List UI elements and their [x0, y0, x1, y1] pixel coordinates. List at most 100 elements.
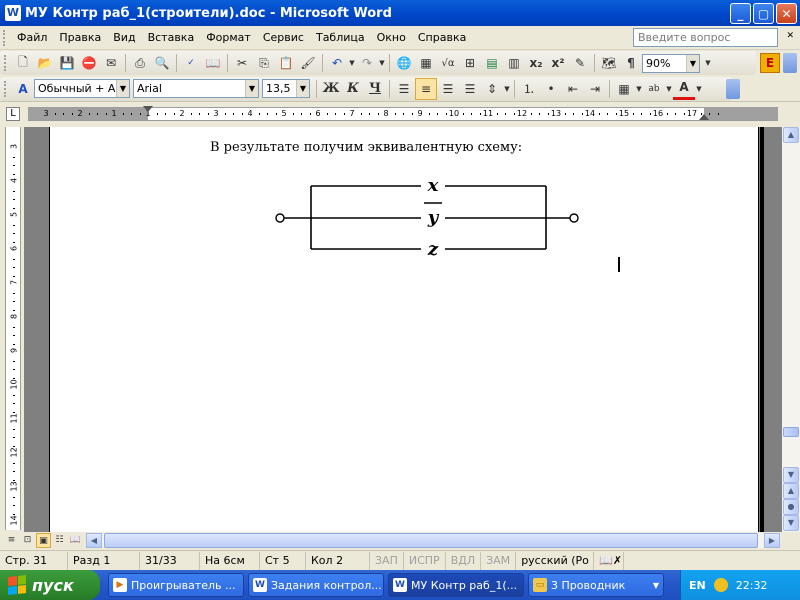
- word-app-icon[interactable]: W: [5, 5, 21, 21]
- print-icon[interactable]: ⎙: [129, 52, 151, 74]
- spelling-icon[interactable]: ✓: [180, 52, 202, 74]
- bullets-icon[interactable]: •: [540, 78, 562, 100]
- menu-tools[interactable]: Сервис: [257, 29, 310, 46]
- reading-view-icon[interactable]: 📖: [68, 533, 83, 548]
- font-size-select[interactable]: 13,5 ▼: [262, 79, 310, 98]
- vertical-scroll-thumb[interactable]: [783, 427, 799, 437]
- menu-help[interactable]: Справка: [412, 29, 472, 46]
- status-extend[interactable]: ВДЛ: [446, 551, 482, 570]
- chevron-down-icon[interactable]: ▼: [296, 80, 309, 97]
- email-icon[interactable]: ✉: [100, 52, 122, 74]
- justify-icon[interactable]: ☰: [459, 78, 481, 100]
- menu-insert[interactable]: Вставка: [142, 29, 201, 46]
- insert-excel-icon[interactable]: ▤: [481, 52, 503, 74]
- outline-view-icon[interactable]: ☷: [52, 533, 67, 548]
- tray-app-icon[interactable]: [713, 578, 728, 592]
- horizontal-ruler[interactable]: 3 2 1 1 2 3 4 5 6 7 8 9 10 11 12 13 14 15 16 17: [28, 106, 778, 121]
- vertical-ruler[interactable]: 3 4 5 6 7 8 9 10 11 12 13 14: [5, 127, 21, 530]
- format-painter-icon[interactable]: 🖌: [297, 52, 319, 74]
- close-button[interactable]: ✕: [776, 3, 797, 24]
- document-paragraph[interactable]: В результате получим эквивалентную схему…: [210, 140, 522, 155]
- status-overtype[interactable]: ЗАМ: [481, 551, 517, 570]
- maximize-button[interactable]: ▢: [753, 3, 774, 24]
- menu-window[interactable]: Окно: [371, 29, 412, 46]
- drawing-icon[interactable]: ✎: [569, 52, 591, 74]
- menu-edit[interactable]: Правка: [53, 29, 107, 46]
- select-browse-object-icon[interactable]: ●: [783, 499, 799, 515]
- task-word-current[interactable]: W МУ Контр раб_1(...: [388, 573, 524, 597]
- highlight-icon[interactable]: ab: [643, 78, 665, 100]
- subscript-icon[interactable]: x₂: [525, 52, 547, 74]
- font-color-icon[interactable]: A: [673, 78, 695, 100]
- status-record[interactable]: ЗАП: [370, 551, 404, 570]
- chevron-down-icon[interactable]: ▼: [245, 80, 258, 97]
- status-language[interactable]: русский (Ро: [516, 551, 595, 570]
- start-button[interactable]: пуск: [0, 570, 100, 600]
- previous-page-icon[interactable]: ▲: [783, 483, 799, 499]
- styles-formatting-icon[interactable]: A: [12, 78, 34, 100]
- minimize-button[interactable]: _: [730, 3, 751, 24]
- paste-icon[interactable]: 📋: [275, 52, 297, 74]
- bold-button[interactable]: Ж: [320, 78, 342, 100]
- new-icon[interactable]: 🗋: [12, 52, 34, 74]
- help-question-input[interactable]: Введите вопрос: [633, 28, 778, 47]
- highlight-dropdown-icon[interactable]: ▼: [665, 78, 673, 100]
- next-page-icon[interactable]: ▼: [783, 515, 799, 531]
- toolbar-overflow-icon[interactable]: [726, 79, 740, 99]
- toolbar-overflow-icon[interactable]: [783, 53, 797, 73]
- clock[interactable]: 22:32: [736, 579, 768, 592]
- chevron-down-icon[interactable]: ▼: [116, 80, 129, 97]
- italic-button[interactable]: К: [342, 78, 364, 100]
- undo-dropdown-icon[interactable]: ▼: [348, 52, 356, 74]
- language-indicator[interactable]: EN: [689, 579, 706, 592]
- underline-button[interactable]: Ч: [364, 78, 386, 100]
- borders-dropdown-icon[interactable]: ▼: [635, 78, 643, 100]
- web-view-icon[interactable]: ⊡: [20, 533, 35, 548]
- normal-view-icon[interactable]: ≡: [4, 533, 19, 548]
- spelling-status-icon[interactable]: 📖✗: [594, 551, 625, 570]
- permission-icon[interactable]: ⛔: [78, 52, 100, 74]
- research-icon[interactable]: 📖: [202, 52, 224, 74]
- align-right-icon[interactable]: ☰: [437, 78, 459, 100]
- decrease-indent-icon[interactable]: ⇤: [562, 78, 584, 100]
- open-icon[interactable]: 📂: [34, 52, 56, 74]
- columns-icon[interactable]: ▥: [503, 52, 525, 74]
- borders-icon[interactable]: ▦: [613, 78, 635, 100]
- scroll-right-icon[interactable]: ▶: [764, 533, 780, 548]
- task-explorer-group[interactable]: ▭ 3 Проводник ▼: [528, 573, 664, 597]
- insert-table-icon[interactable]: ⊞: [459, 52, 481, 74]
- numbering-icon[interactable]: ⒈: [518, 78, 540, 100]
- toolbar-grip[interactable]: [4, 55, 8, 71]
- horizontal-scrollbar[interactable]: ◀ ▶: [86, 533, 780, 548]
- task-media-player[interactable]: ▶ Проигрыватель ...: [108, 573, 244, 597]
- scroll-left-icon[interactable]: ◀: [86, 533, 102, 548]
- document-map-icon[interactable]: 🗺: [598, 52, 620, 74]
- undo-icon[interactable]: ↶: [326, 52, 348, 74]
- close-document-icon[interactable]: ✕: [786, 31, 794, 41]
- line-spacing-icon[interactable]: ⇕: [481, 78, 503, 100]
- show-formatting-icon[interactable]: ¶: [620, 52, 642, 74]
- scroll-down-icon[interactable]: ▼: [783, 467, 799, 483]
- print-preview-icon[interactable]: 🔍: [151, 52, 173, 74]
- extra-addin-button[interactable]: E: [760, 53, 780, 73]
- task-word-assignments[interactable]: W Задания контрол...: [248, 573, 384, 597]
- tab-selector-icon[interactable]: L: [6, 107, 20, 121]
- align-center-icon[interactable]: ≡: [415, 77, 437, 100]
- redo-icon[interactable]: ↷: [356, 52, 378, 74]
- save-icon[interactable]: 💾: [56, 52, 78, 74]
- zoom-select[interactable]: 90% ▼: [642, 53, 700, 73]
- scroll-up-icon[interactable]: ▲: [783, 127, 799, 143]
- status-track-changes[interactable]: ИСПР: [404, 551, 446, 570]
- chevron-down-icon[interactable]: ▼: [686, 54, 699, 72]
- redo-dropdown-icon[interactable]: ▼: [378, 52, 386, 74]
- menu-format[interactable]: Формат: [200, 29, 257, 46]
- vertical-scrollbar[interactable]: ▲ ▼ ▲ ● ▼: [782, 127, 800, 532]
- line-spacing-dropdown-icon[interactable]: ▼: [503, 78, 511, 100]
- menu-view[interactable]: Вид: [107, 29, 141, 46]
- toolbar-grip[interactable]: [4, 80, 8, 97]
- cut-icon[interactable]: ✂: [231, 52, 253, 74]
- increase-indent-icon[interactable]: ⇥: [584, 78, 606, 100]
- font-color-dropdown-icon[interactable]: ▼: [695, 78, 703, 100]
- menu-grip[interactable]: [3, 29, 7, 46]
- hyperlink-icon[interactable]: 🌐: [393, 52, 415, 74]
